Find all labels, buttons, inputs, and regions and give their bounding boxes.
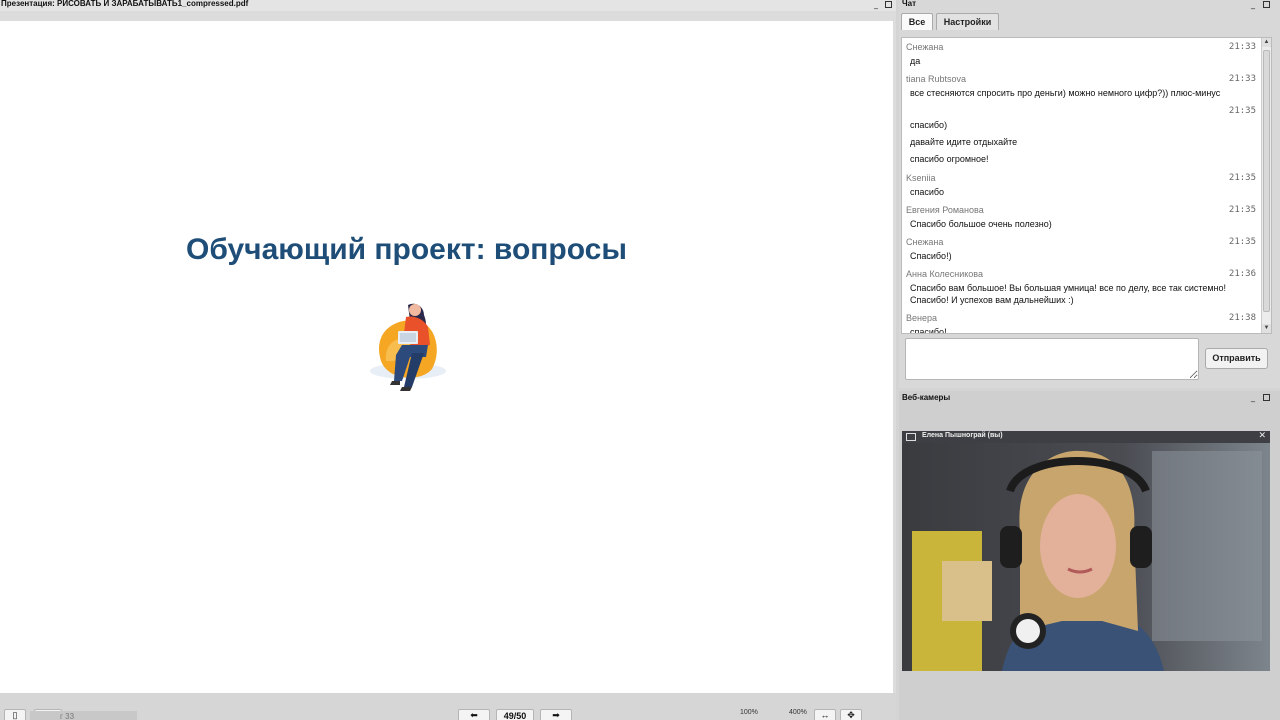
webcam-video-frame [902,431,1270,671]
message-time: 21:36 [1228,269,1256,279]
message-author: Снежана [906,42,944,52]
webcam-maximize-icon[interactable] [1263,394,1270,401]
message-author: Снежана [906,237,944,247]
webcam-panel: Веб-камеры _ Елена Пышнограй (вы) ✕ [899,391,1280,720]
message-text: спасибо! [910,327,947,334]
message-time: 21:35 [1228,106,1256,116]
app-root: Презентация: РИСОВАТЬ И ЗАРАБАТЫВАТЬ1_co… [0,0,1280,720]
message-text: Спасибо!) [910,251,952,261]
message-text: Спасибо вам большое! Вы большая умница! … [910,283,1227,293]
message-text: Спасибо большое очень полезно) [910,219,1052,229]
tab-settings[interactable]: Настройки [936,13,999,30]
message-author: Евгения Романова [906,205,984,215]
presentation-panel: Презентация: РИСОВАТЬ И ЗАРАБАТЫВАТЬ1_co… [0,0,896,720]
minimize-icon[interactable]: _ [872,1,880,9]
maximize-icon[interactable] [885,1,892,8]
chat-maximize-icon[interactable] [1263,1,1270,8]
message-time: 21:33 [1228,42,1256,52]
presentation-title: Презентация: РИСОВАТЬ И ЗАРАБАТЫВАТЬ1_co… [1,0,249,8]
chat-messages: Снежана 21:33 да tiana Rubtsova 21:33 вс… [901,37,1272,334]
message-time: 21:33 [1228,74,1256,84]
move-icon[interactable]: ✥ [840,709,862,720]
message-text: все стесняются спросить про деньги) можн… [910,88,1221,98]
slide-canvas: Обучающий проект: вопросы [0,21,893,693]
message-text: давайте идите отдыхайте [910,137,1018,147]
message-author: Анна Колесникова [906,269,983,279]
message-time: 21:38 [1228,313,1256,323]
scroll-up-icon[interactable]: ▲ [1262,38,1271,47]
chat-title: Чат [902,0,916,8]
scroll-down-icon[interactable]: ▼ [1262,324,1271,333]
webcam-video: Елена Пышнограй (вы) ✕ [902,431,1270,671]
page-field[interactable]: г 33 [30,711,137,720]
message-text: спасибо [910,187,945,197]
woman-on-beanbag-illustration [370,303,446,391]
fit-width-icon[interactable]: ↔ [814,709,836,720]
slide-heading: Обучающий проект: вопросы [186,233,627,266]
chat-panel: Чат _ Все Настройки Снежана 21:33 да tia… [899,0,1280,388]
message-author: Венера [906,313,937,323]
chat-message-input[interactable] [905,338,1199,380]
chat-scrollbar[interactable]: ▲ ▼ [1261,38,1271,333]
prev-slide-button[interactable]: ⬅ [458,709,490,720]
message-text: Спасибо! И успехов вам дальнейших :) [910,295,1074,305]
chat-titlebar: Чат _ [899,0,1280,11]
monitor-icon [906,433,916,441]
participant-name: Елена Пышнограй (вы) [922,432,1003,439]
webcam-minimize-icon[interactable]: _ [1249,394,1257,402]
tab-all[interactable]: Все [901,13,933,30]
message-time: 21:35 [1228,205,1256,215]
webcam-video-bar: Елена Пышнограй (вы) ✕ [902,431,1270,443]
presentation-titlebar: Презентация: РИСОВАТЬ И ЗАРАБАТЫВАТЬ1_co… [0,0,896,11]
message-text: спасибо) [910,120,948,130]
message-time: 21:35 [1228,237,1256,247]
chat-minimize-icon[interactable]: _ [1249,1,1257,9]
page-icon[interactable]: ▯ [4,709,26,720]
message-text: да [910,56,921,66]
send-button[interactable]: Отправить [1205,348,1268,369]
close-icon[interactable]: ✕ [1258,431,1266,441]
zoom-min-label: 100% [740,709,758,716]
message-author: Kseniia [906,173,936,183]
message-text: спасибо огромное! [910,154,989,164]
scroll-thumb[interactable] [1263,50,1270,312]
next-slide-button[interactable]: ➡ [540,709,572,720]
webcam-title: Веб-камеры [902,393,951,402]
zoom-max-label: 400% [789,709,807,716]
page-indicator: 49/50 [496,709,534,720]
message-time: 21:35 [1228,173,1256,183]
message-author: tiana Rubtsova [906,74,967,84]
